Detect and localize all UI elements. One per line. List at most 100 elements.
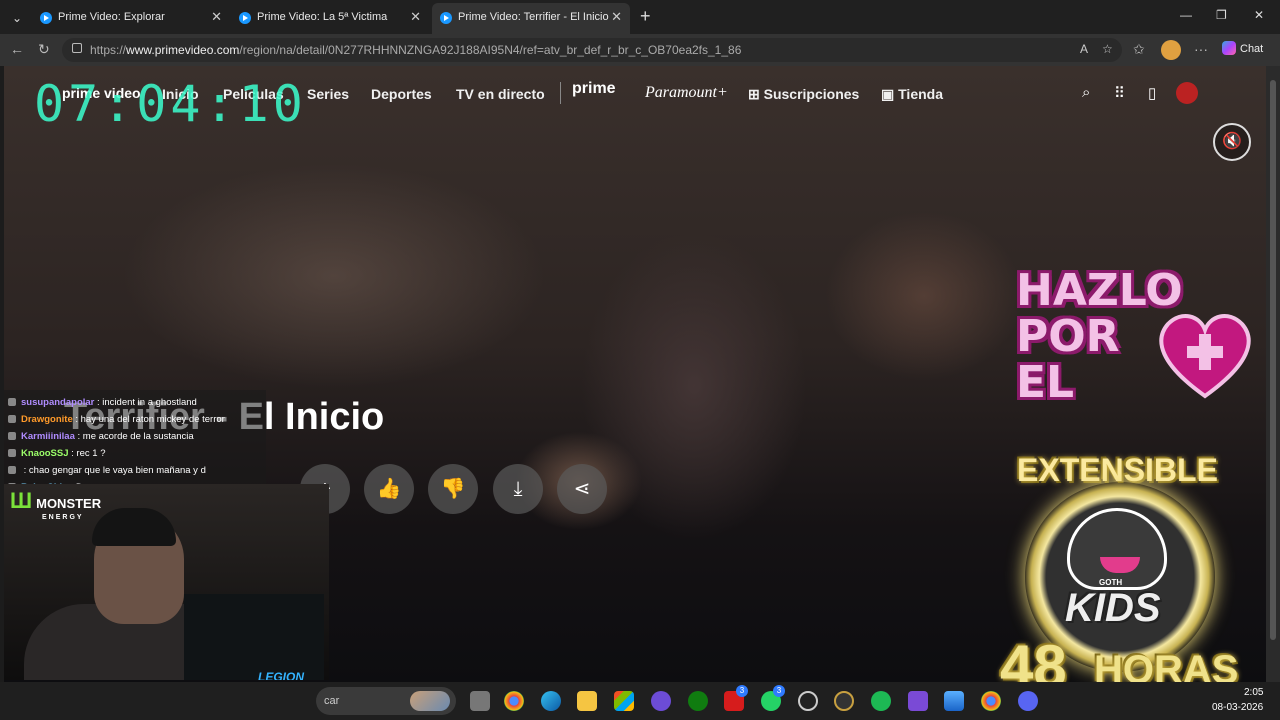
page-scrollbar[interactable]: [1266, 66, 1280, 682]
l-app-badge: 3: [736, 685, 748, 697]
chat-username[interactable]: susupandapolar: [21, 397, 94, 408]
webcam-overlay: Ш MONSTER ENERGY LEGION: [4, 484, 329, 680]
back-icon[interactable]: ←: [10, 41, 24, 57]
chat-text: : chao gengar que le vaya bien mañana y …: [21, 465, 206, 476]
prime-video-favicon: [239, 12, 251, 24]
chat-text: : me acorde de la sustancia: [74, 431, 194, 442]
kids-label: KIDS: [1065, 586, 1161, 630]
chat-badge-icon: [8, 398, 16, 406]
app-icon[interactable]: [834, 691, 854, 711]
app-icon[interactable]: [908, 691, 928, 711]
close-icon[interactable]: ✕: [410, 9, 421, 25]
taskbar: car 3 3 2:05 08-03-2026: [0, 682, 1280, 720]
scroll-thumb[interactable]: [1270, 80, 1276, 640]
dislike-icon[interactable]: 👎: [428, 464, 478, 514]
favorites-icon[interactable]: ✩: [1133, 41, 1145, 58]
chat-text: : incident in a ghostland: [94, 397, 197, 408]
address-bar: ← ↻ https://www.primevideo.com/region/na…: [0, 34, 1280, 66]
mute-icon[interactable]: 🔇: [1213, 123, 1251, 161]
chrome-icon[interactable]: [504, 691, 524, 711]
monster-claw-icon: Ш: [10, 488, 33, 513]
chat-message: Karmiiinilaa : me acorde de la sustancia: [8, 431, 194, 442]
heart-plus-icon: [1159, 314, 1251, 399]
read-aloud-icon[interactable]: A: [1080, 42, 1088, 56]
app-icon[interactable]: [651, 691, 671, 711]
chat-message: : chao gengar que le vaya bien mañana y …: [8, 465, 206, 476]
refresh-icon[interactable]: ↻: [38, 41, 50, 58]
bookmark-icon[interactable]: ▯: [1148, 84, 1156, 102]
promo-horas: HORAS: [1094, 648, 1239, 682]
url-text: https://www.primevideo.com/region/na/det…: [90, 43, 742, 57]
chat-username[interactable]: Karmiiinilaa: [21, 431, 75, 442]
chrome-profile-icon[interactable]: [981, 691, 1001, 711]
search-icon[interactable]: ⌕: [1082, 84, 1090, 101]
tab-terrifier[interactable]: Prime Video: Terrifier - El Inicio ✕: [432, 3, 630, 34]
nav-deportes[interactable]: Deportes: [371, 86, 432, 102]
prime-video-favicon: [440, 12, 452, 24]
url-field[interactable]: https://www.primevideo.com/region/na/det…: [62, 38, 1122, 62]
tab-title: Prime Video: Explorar: [58, 11, 165, 23]
paramount-plus-logo[interactable]: Paramount+: [645, 84, 728, 102]
stream-timer: 07:04:10: [34, 75, 307, 133]
chat-text: : rec 1 ?: [68, 448, 106, 459]
copilot-chat-button[interactable]: Chat: [1222, 41, 1263, 55]
chat-badge-icon: [8, 415, 16, 423]
nav-suscripciones[interactable]: ⊞ Suscripciones: [748, 86, 859, 103]
promo-hours-number: 48: [1000, 633, 1067, 682]
widgets-icon[interactable]: [410, 691, 450, 711]
clock-date[interactable]: 08-03-2026: [1212, 702, 1263, 713]
tab-la-5a-victima[interactable]: Prime Video: La 5ª Victima ✕: [231, 3, 429, 34]
obs-icon[interactable]: [798, 691, 818, 711]
maximize-icon[interactable]: ❐: [1216, 8, 1227, 22]
tab-title: Prime Video: Terrifier - El Inicio: [458, 11, 609, 23]
tab-explorar[interactable]: Prime Video: Explorar ✕: [32, 3, 230, 34]
apps-grid-icon[interactable]: ⠿: [1114, 84, 1125, 102]
tab-bar: ⌄ Prime Video: Explorar ✕ Prime Video: L…: [0, 0, 1280, 34]
task-view-icon[interactable]: [470, 691, 490, 711]
tab-title: Prime Video: La 5ª Victima: [257, 11, 388, 23]
clock-time[interactable]: 2:05: [1244, 687, 1263, 698]
copilot-icon: [1222, 41, 1236, 55]
tab-actions-icon[interactable]: ⌄: [6, 7, 28, 29]
monster-logo: Ш MONSTER ENERGY: [10, 488, 102, 521]
spotify-icon[interactable]: [871, 691, 891, 711]
xbox-icon[interactable]: [688, 691, 708, 711]
legion-logo: LEGION: [258, 670, 305, 680]
prime-logo[interactable]: prime: [572, 80, 616, 98]
chat-badge-icon: [8, 466, 16, 474]
close-icon[interactable]: ✕: [211, 9, 222, 25]
prime-video-page: prime video Inicio Películas Series Depo…: [4, 66, 1266, 682]
edge-icon[interactable]: [541, 691, 561, 711]
profile-avatar[interactable]: [1176, 82, 1198, 104]
discord-icon[interactable]: [1018, 691, 1038, 711]
window-close-icon[interactable]: ✕: [1254, 8, 1264, 22]
close-icon[interactable]: ✕: [611, 9, 622, 25]
chat-message: KnaooSSJ : rec 1 ?: [8, 448, 105, 459]
photos-icon[interactable]: [944, 691, 964, 711]
minimize-icon[interactable]: —: [1180, 8, 1192, 22]
nav-tv-en-directo[interactable]: TV en directo: [456, 86, 545, 102]
nav-series[interactable]: Series: [307, 86, 349, 102]
chat-message: Drawgonite : hay una del raton mickey de…: [8, 414, 225, 425]
chat-text: : hay una del raton mickey de terror: [72, 414, 225, 425]
whatsapp-badge: 3: [773, 685, 785, 697]
new-tab-button[interactable]: +: [640, 6, 651, 27]
share-icon[interactable]: ⋖: [557, 464, 607, 514]
store-icon[interactable]: [614, 691, 634, 711]
chat-username[interactable]: Drawgonite: [21, 414, 73, 425]
streamer-cap: [92, 508, 176, 546]
favorite-star-icon[interactable]: ☆: [1102, 42, 1113, 56]
download-icon[interactable]: ⤓: [493, 464, 543, 514]
like-icon[interactable]: 👍: [364, 464, 414, 514]
grid-icon: ⊞: [748, 86, 764, 102]
prime-video-favicon: [40, 12, 52, 24]
file-explorer-icon[interactable]: [577, 691, 597, 711]
site-info-icon[interactable]: [72, 43, 82, 53]
bag-icon: ▣: [881, 86, 899, 102]
laptop: [184, 594, 324, 680]
profile-icon[interactable]: [1161, 40, 1181, 60]
chat-username[interactable]: KnaooSSJ: [21, 448, 69, 459]
chat-badge-icon: [8, 432, 16, 440]
nav-tienda[interactable]: ▣ Tienda: [881, 86, 943, 103]
more-menu-icon[interactable]: ···: [1194, 41, 1208, 57]
